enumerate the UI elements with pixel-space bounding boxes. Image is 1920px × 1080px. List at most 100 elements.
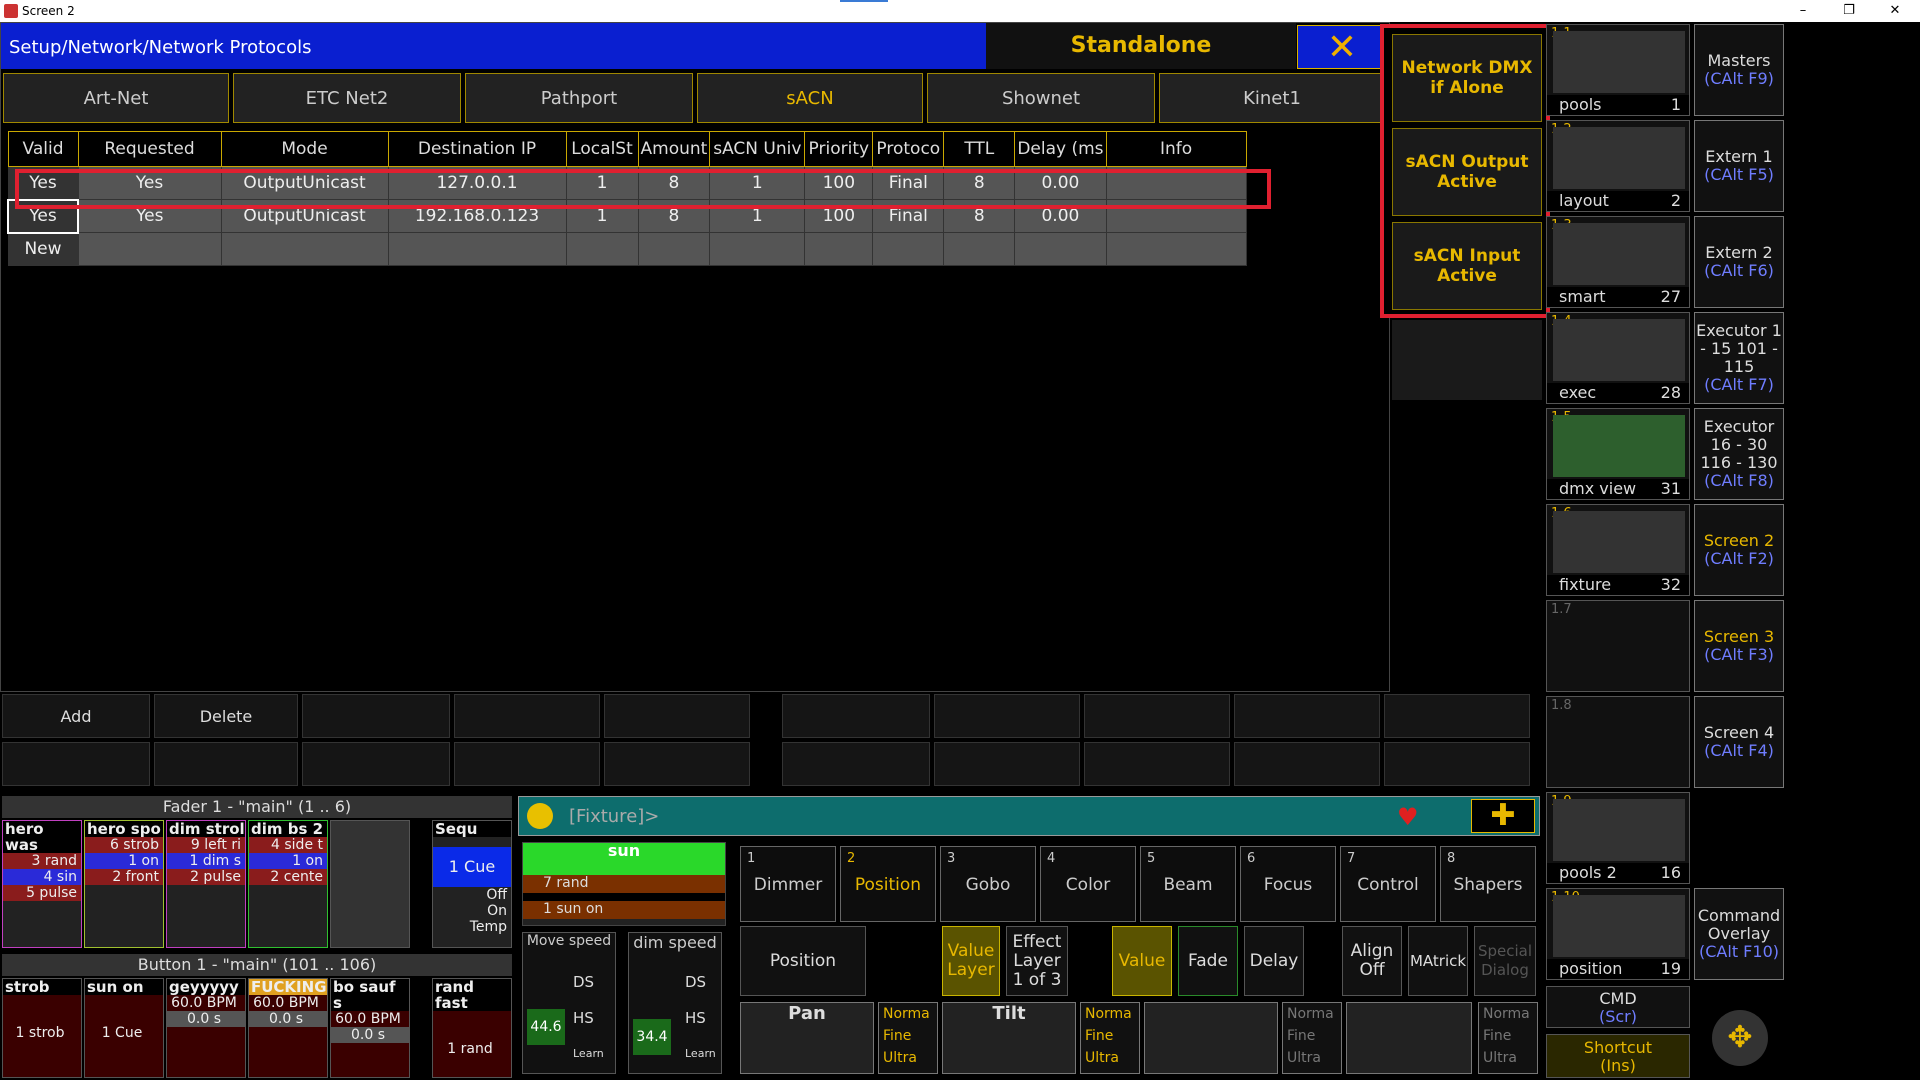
tilt-resolution[interactable]: Norma Fine Ultra	[1080, 1002, 1140, 1074]
cell-empty[interactable]	[943, 232, 1016, 266]
learn-option[interactable]: Learn	[573, 1047, 604, 1060]
table-row-new[interactable]: New	[7, 232, 1247, 266]
col-valid[interactable]: Valid	[7, 131, 79, 167]
button-exec[interactable]: strob 1 strob	[2, 978, 82, 1078]
cell-empty[interactable]	[709, 232, 806, 266]
encoder-4-resolution[interactable]: Norma Fine Ultra	[1478, 1002, 1538, 1074]
heart-icon[interactable]: ♥	[1397, 803, 1419, 831]
encoder-ball-icon[interactable]	[527, 803, 553, 829]
learn-option[interactable]: Learn	[685, 1047, 716, 1060]
fader-exec[interactable]: dim bs 24 side t1 on 2 cente	[248, 820, 328, 948]
view-button[interactable]: 1.2layout2	[1546, 120, 1690, 212]
tab-art-net[interactable]: Art-Net	[3, 73, 229, 123]
view-button[interactable]: 1.10position19	[1546, 888, 1690, 980]
network-dmx-button[interactable]: Network DMX if Alone	[1392, 34, 1542, 122]
move-speed-master[interactable]: Move speed DS HS Learn 44.6	[522, 932, 616, 1074]
effect-layer-button[interactable]: Effect Layer 1 of 3	[1006, 926, 1068, 996]
ds-option[interactable]: DS	[573, 973, 594, 991]
align-button[interactable]: Align Off	[1342, 926, 1402, 996]
screen-4-button[interactable]: Screen 4 (CAlt F4)	[1694, 696, 1784, 788]
cell-empty[interactable]	[637, 232, 711, 266]
col-sacn-universe[interactable]: sACN Univ	[709, 131, 806, 167]
tab-kinet1[interactable]: Kinet1	[1159, 73, 1385, 123]
command-overlay-button[interactable]: Command Overlay (CAlt F10)	[1694, 888, 1784, 980]
preset-control-button[interactable]: 7 Control	[1340, 846, 1436, 922]
fixture-sheet-label[interactable]: [Fixture]>	[569, 806, 659, 827]
preset-focus-button[interactable]: 6 Focus	[1240, 846, 1336, 922]
col-info[interactable]: Info	[1105, 131, 1247, 167]
encoder-3-resolution[interactable]: Norma Fine Ultra	[1282, 1002, 1342, 1074]
preset-color-button[interactable]: 4 Color	[1040, 846, 1136, 922]
view-button[interactable]: 1.6fixture32	[1546, 504, 1690, 596]
view-button[interactable]: 1.4exec28	[1546, 312, 1690, 404]
col-priority[interactable]: Priority	[804, 131, 874, 167]
col-destination-ip[interactable]: Destination IP	[387, 131, 567, 167]
cell-empty[interactable]	[387, 232, 567, 266]
hs-option[interactable]: HS	[685, 1009, 706, 1027]
screen-3-button[interactable]: Screen 3 (CAlt F3)	[1694, 600, 1784, 692]
tab-etc-net2[interactable]: ETC Net2	[233, 73, 461, 123]
tilt-encoder[interactable]: Tilt	[942, 1002, 1076, 1074]
move-icon[interactable]: ✥	[1712, 1010, 1768, 1066]
fader-exec[interactable]: hero was 3 rand 4 sin 5 pulse	[2, 820, 82, 948]
button-exec[interactable]: rand fast 1 rand	[432, 978, 512, 1078]
screen-executor16-button[interactable]: Executor 16 - 30 116 - 130 (CAlt F8)	[1694, 408, 1784, 500]
sacn-output-button[interactable]: sACN Output Active	[1392, 128, 1542, 216]
cmd-button[interactable]: CMD (Scr)	[1546, 986, 1690, 1028]
cell-empty[interactable]	[872, 232, 945, 266]
delay-button[interactable]: Delay	[1244, 926, 1304, 996]
add-icon[interactable]: ✚	[1471, 799, 1535, 833]
cell-empty[interactable]	[1014, 232, 1107, 266]
button-exec[interactable]: bo sauf s 60.0 BPM 0.0 s	[330, 978, 410, 1078]
button-exec[interactable]: sun on 1 Cue	[84, 978, 164, 1078]
button-exec[interactable]: FUCKING 60.0 BPM 0.0 s	[248, 978, 328, 1078]
special-dialog-button[interactable]: Special Dialog	[1474, 926, 1536, 996]
tab-sacn[interactable]: sACN	[697, 73, 923, 123]
screen-executor1-button[interactable]: Executor 1 - 15 101 - 115 (CAlt F7)	[1694, 312, 1784, 404]
cell-empty[interactable]	[565, 232, 639, 266]
col-delay[interactable]: Delay (ms	[1014, 131, 1107, 167]
view-button[interactable]: 1.7	[1546, 600, 1690, 692]
preset-beam-button[interactable]: 5 Beam	[1140, 846, 1236, 922]
col-ttl[interactable]: TTL	[943, 131, 1016, 167]
button-exec[interactable]: geyyyyy 60.0 BPM 0.0 s	[166, 978, 246, 1078]
view-button[interactable]: 1.5dmx view31	[1546, 408, 1690, 500]
screen-2-button[interactable]: Screen 2 (CAlt F2)	[1694, 504, 1784, 596]
maximize-button[interactable]: ❐	[1826, 0, 1872, 22]
value-button[interactable]: Value	[1112, 926, 1172, 996]
col-localst[interactable]: LocalSt	[565, 131, 639, 167]
cell-empty[interactable]	[1105, 232, 1247, 266]
cell-empty[interactable]	[220, 232, 389, 266]
pan-resolution[interactable]: Norma Fine Ultra	[878, 1002, 938, 1074]
view-button[interactable]: 1.1pools1	[1546, 24, 1690, 116]
minimize-button[interactable]: –	[1780, 0, 1826, 22]
close-setup-button[interactable]: ✕	[1297, 25, 1387, 69]
dim-speed-master[interactable]: dim speed DS HS Learn 34.4	[628, 932, 722, 1074]
encoder-4[interactable]	[1346, 1002, 1472, 1074]
fader-exec[interactable]: hero spo 6 strob 1 on 2 front	[84, 820, 164, 948]
view-button[interactable]: 1.8	[1546, 696, 1690, 788]
sacn-input-button[interactable]: sACN Input Active	[1392, 222, 1542, 310]
matrix-button[interactable]: MAtrick	[1408, 926, 1468, 996]
add-button[interactable]: Add	[2, 694, 150, 738]
preset-gobo-button[interactable]: 3 Gobo	[940, 846, 1036, 922]
pan-encoder[interactable]: Pan	[740, 1002, 874, 1074]
fader-exec-empty[interactable]	[330, 820, 410, 948]
fader-exec-sequence[interactable]: Sequ 1 Cue Off On Temp	[432, 820, 512, 948]
col-amount[interactable]: Amount	[637, 131, 711, 167]
screen-extern1-button[interactable]: Extern 1 (CAlt F5)	[1694, 120, 1784, 212]
col-protocol[interactable]: Protoco	[872, 131, 945, 167]
fader-exec[interactable]: dim strol 9 left ri 1 dim s2 pulse	[166, 820, 246, 948]
encoder-3[interactable]	[1144, 1002, 1278, 1074]
col-requested[interactable]: Requested	[77, 131, 222, 167]
close-window-button[interactable]: ✕	[1872, 0, 1918, 22]
preset-dimmer-button[interactable]: 1 Dimmer	[740, 846, 836, 922]
tab-pathport[interactable]: Pathport	[465, 73, 693, 123]
view-button[interactable]: 1.3smart27	[1546, 216, 1690, 308]
cell-empty[interactable]	[804, 232, 874, 266]
screen-masters-button[interactable]: Masters (CAlt F9)	[1694, 24, 1784, 116]
screen-extern2-button[interactable]: Extern 2 (CAlt F6)	[1694, 216, 1784, 308]
ds-option[interactable]: DS	[685, 973, 706, 991]
delete-button[interactable]: Delete	[154, 694, 298, 738]
preset-position-button[interactable]: 2 Position	[840, 846, 936, 922]
